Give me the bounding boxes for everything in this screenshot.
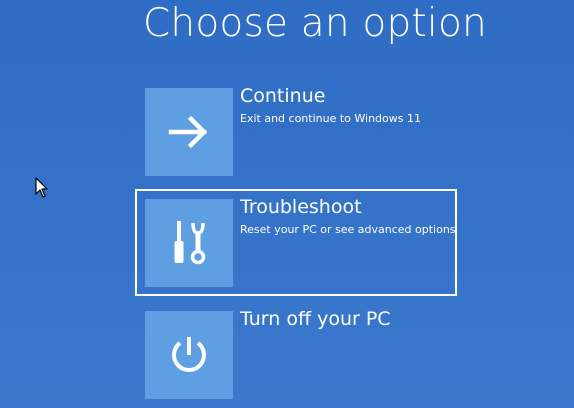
turn-off-tile[interactable] xyxy=(145,311,233,399)
troubleshoot-title: Troubleshoot xyxy=(240,196,362,218)
page-title: Choose an option xyxy=(143,1,487,46)
troubleshoot-description: Reset your PC or see advanced options xyxy=(240,223,456,236)
continue-title: Continue xyxy=(240,85,326,107)
troubleshoot-option[interactable]: Troubleshoot Reset your PC or see advanc… xyxy=(135,189,457,296)
turn-off-title: Turn off your PC xyxy=(240,308,391,330)
power-icon xyxy=(172,337,206,372)
tools-icon xyxy=(174,221,206,265)
continue-description: Exit and continue to Windows 11 xyxy=(240,112,421,125)
continue-tile[interactable] xyxy=(145,88,233,176)
troubleshoot-tile[interactable] xyxy=(145,199,233,287)
arrow-right-icon xyxy=(168,115,208,149)
mouse-cursor-icon xyxy=(35,177,48,198)
turn-off-option[interactable]: Turn off your PC xyxy=(135,301,457,408)
continue-option[interactable]: Continue Exit and continue to Windows 11 xyxy=(135,78,457,185)
